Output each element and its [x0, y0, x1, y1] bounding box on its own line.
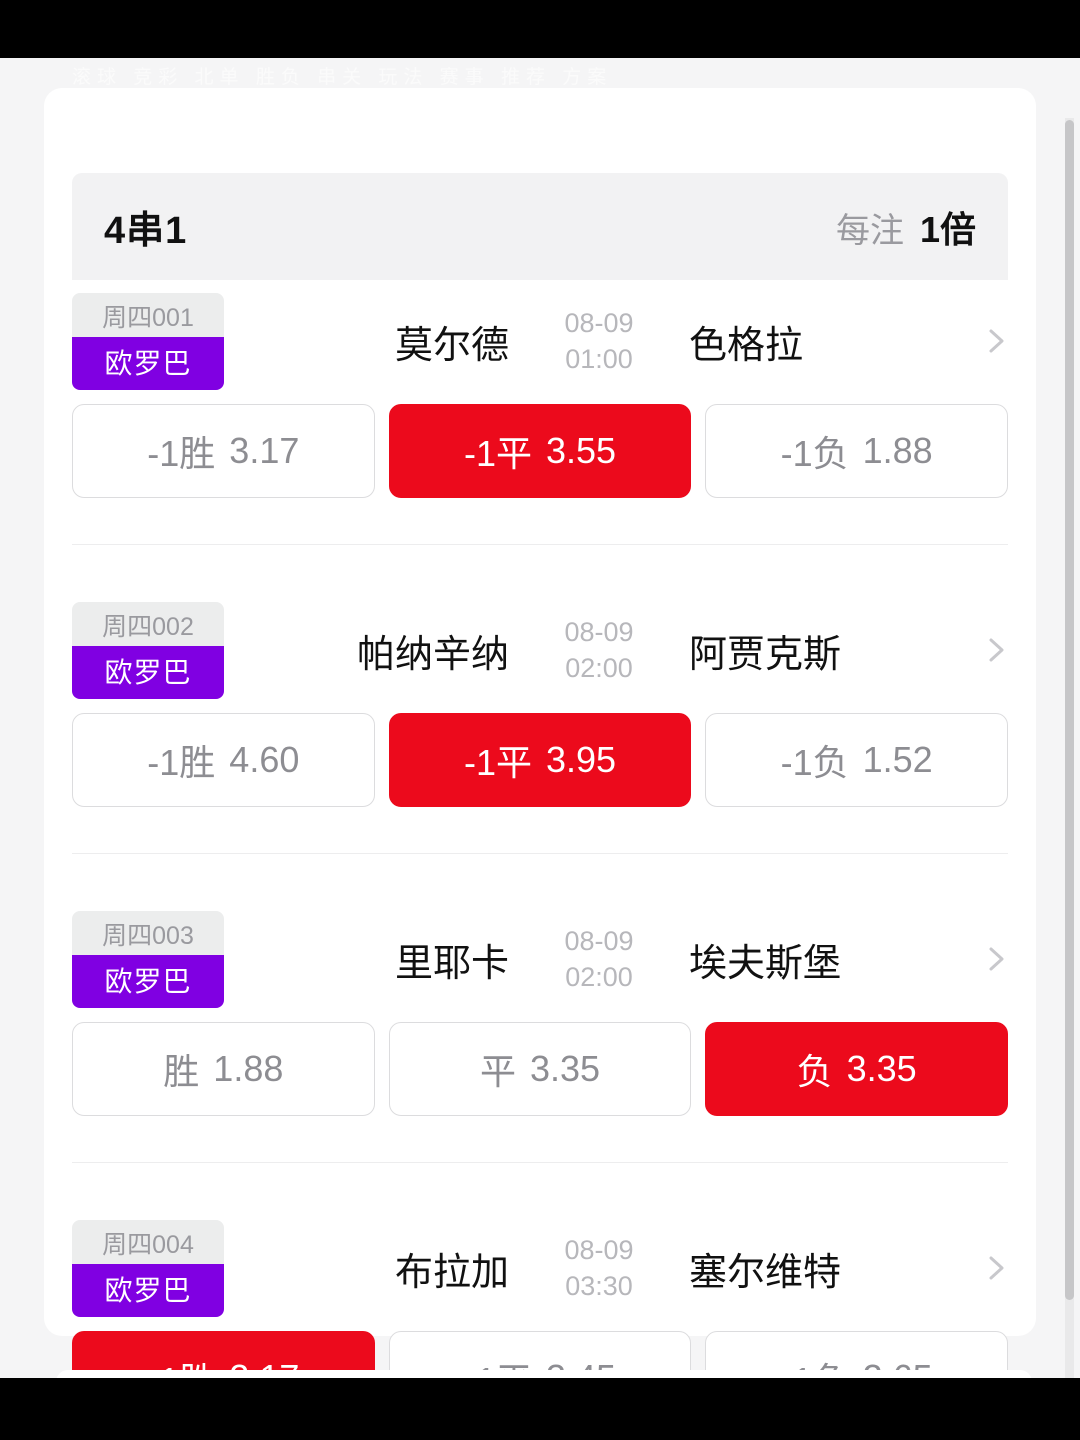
- teams-row: 帕纳辛纳 08-09 02:00 阿贾克斯: [224, 614, 1008, 687]
- home-team-name: 帕纳辛纳: [356, 633, 509, 676]
- multiplier-group[interactable]: 每注 1倍: [836, 201, 976, 253]
- screen-root: 滚球 竞彩 北单 胜负 串关 玩法 赛事 推荐 方案 4串1 每注 1倍 周四0…: [0, 0, 1080, 1440]
- home-team-name: 布拉加: [394, 1251, 509, 1294]
- match-number: 周四002: [72, 601, 224, 646]
- match-item-2: 周四002 欧罗巴 帕纳辛纳 08-09 02:00 阿贾克斯 -1胜 4.60-…: [44, 589, 1036, 854]
- bet-slip-card: 4串1 每注 1倍 周四001 欧罗巴 莫尔德 08-09 01:00 色格拉: [44, 88, 1036, 1378]
- chevron-right-icon[interactable]: [978, 1250, 1014, 1286]
- odd-handicap: -1平: [463, 742, 532, 783]
- match-header[interactable]: 周四004 欧罗巴 布拉加 08-09 03:30 塞尔维特: [44, 1207, 1036, 1329]
- kickoff-clock: 01:00: [565, 344, 633, 374]
- match-divider: [72, 853, 1008, 854]
- teams-row: 莫尔德 08-09 01:00 色格拉: [224, 305, 1008, 378]
- match-number: 周四001: [72, 292, 224, 337]
- odd-handicap: -1胜: [147, 742, 216, 783]
- kickoff-date: 08-09: [564, 616, 634, 647]
- odd-handicap: -1负: [780, 742, 849, 783]
- match-number: 周四003: [72, 910, 224, 955]
- scrollbar-thumb[interactable]: [1065, 120, 1074, 1300]
- teams-row: 里耶卡 08-09 02:00 埃夫斯堡: [224, 923, 1008, 996]
- odd-handicap: -1胜: [147, 433, 216, 474]
- odd-value: 3.17: [229, 430, 300, 471]
- odd-button-2-2[interactable]: -1平 3.95: [388, 713, 692, 807]
- odd-value: 4.60: [229, 739, 300, 780]
- odd-button-2-1[interactable]: -1胜 4.60: [72, 713, 375, 807]
- match-header[interactable]: 周四002 欧罗巴 帕纳辛纳 08-09 02:00 阿贾克斯: [44, 589, 1036, 711]
- league-name: 欧罗巴: [72, 1263, 224, 1317]
- odd-handicap: -1平: [463, 433, 532, 474]
- odd-button-2-3[interactable]: -1负 1.52: [705, 713, 1009, 807]
- kickoff-time: 08-09 01:00: [539, 305, 659, 378]
- odds-row: 胜 1.88 平 3.35 负 3.35: [44, 1022, 1036, 1116]
- chevron-right-icon[interactable]: [978, 323, 1014, 359]
- match-badge: 周四004 欧罗巴: [72, 1219, 224, 1317]
- teams-row: 布拉加 08-09 03:30 塞尔维特: [224, 1232, 1008, 1305]
- league-name: 欧罗巴: [72, 954, 224, 1008]
- kickoff-time: 08-09 02:00: [539, 614, 659, 687]
- match-list: 周四001 欧罗巴 莫尔德 08-09 01:00 色格拉 -1胜 3.17 -1平…: [44, 280, 1036, 1378]
- kickoff-date: 08-09: [564, 925, 634, 956]
- odd-value: 1.52: [862, 739, 933, 780]
- match-number: 周四004: [72, 1219, 224, 1264]
- odds-row: -1胜 3.17 -1平 3.55 -1负 1.88: [44, 404, 1036, 498]
- odd-button-3-2[interactable]: 平 3.35: [388, 1022, 692, 1116]
- kickoff-clock: 02:00: [565, 653, 633, 683]
- match-badge: 周四001 欧罗巴: [72, 292, 224, 390]
- odd-value: 3.35: [846, 1048, 917, 1089]
- kickoff-date: 08-09: [564, 307, 634, 338]
- odd-handicap: -1负: [780, 433, 849, 474]
- kickoff-date: 08-09: [564, 1234, 634, 1265]
- odds-row: -1胜 4.60 -1平 3.95 -1负 1.52: [44, 713, 1036, 807]
- kickoff-clock: 02:00: [565, 962, 633, 992]
- away-team-name: 阿贾克斯: [689, 633, 842, 676]
- match-badge: 周四002 欧罗巴: [72, 601, 224, 699]
- multiplier-label: 每注: [835, 211, 904, 250]
- odd-button-1-3[interactable]: -1负 1.88: [705, 404, 1009, 498]
- odd-handicap: 负: [796, 1051, 833, 1092]
- match-item-3: 周四003 欧罗巴 里耶卡 08-09 02:00 埃夫斯堡 胜 1.88 平 3.3…: [44, 898, 1036, 1163]
- home-team-name: 里耶卡: [394, 942, 509, 985]
- odd-button-1-2[interactable]: -1平 3.55: [388, 404, 692, 498]
- multiplier-value[interactable]: 1倍: [920, 201, 976, 253]
- clipped-top-text: 滚球 竞彩 北单 胜负 串关 玩法 赛事 推荐 方案: [72, 67, 613, 88]
- match-item-4: 周四004 欧罗巴 布拉加 08-09 03:30 塞尔维特 -1胜2.17-1…: [44, 1207, 1036, 1378]
- odd-value: 3.35: [529, 1048, 601, 1089]
- odd-value: 1.88: [862, 430, 933, 471]
- league-name: 欧罗巴: [72, 336, 224, 390]
- away-team-name: 埃夫斯堡: [689, 942, 842, 985]
- odd-value: 1.88: [213, 1048, 284, 1089]
- odd-value: 3.55: [545, 430, 617, 471]
- league-name: 欧罗巴: [72, 645, 224, 699]
- kickoff-clock: 03:30: [565, 1271, 633, 1301]
- away-team-name: 色格拉: [689, 324, 804, 367]
- match-badge: 周四003 欧罗巴: [72, 910, 224, 1008]
- kickoff-time: 08-09 03:30: [539, 1232, 659, 1305]
- next-card-edge: [56, 1370, 1032, 1378]
- home-team-name: 莫尔德: [394, 324, 509, 367]
- away-team-name: 塞尔维特: [689, 1251, 842, 1294]
- match-item-1: 周四001 欧罗巴 莫尔德 08-09 01:00 色格拉 -1胜 3.17 -1平…: [44, 280, 1036, 545]
- bet-slip-header[interactable]: 4串1 每注 1倍: [72, 173, 1008, 280]
- match-divider: [72, 1162, 1008, 1163]
- kickoff-time: 08-09 02:00: [539, 923, 659, 996]
- odd-value: 3.95: [545, 739, 617, 780]
- chevron-right-icon[interactable]: [978, 632, 1014, 668]
- odd-button-1-1[interactable]: -1胜 3.17: [72, 404, 375, 498]
- match-header[interactable]: 周四003 欧罗巴 里耶卡 08-09 02:00 埃夫斯堡: [44, 898, 1036, 1020]
- odd-button-3-3[interactable]: 负 3.35: [705, 1022, 1009, 1116]
- odd-button-3-1[interactable]: 胜 1.88: [72, 1022, 375, 1116]
- odd-handicap: 平: [479, 1051, 516, 1092]
- match-divider: [72, 544, 1008, 545]
- chevron-right-icon[interactable]: [978, 941, 1014, 977]
- match-header[interactable]: 周四001 欧罗巴 莫尔德 08-09 01:00 色格拉: [44, 280, 1036, 402]
- parlay-type-label: 4串1: [104, 210, 188, 252]
- page-viewport: 滚球 竞彩 北单 胜负 串关 玩法 赛事 推荐 方案 4串1 每注 1倍 周四0…: [0, 58, 1080, 1378]
- odd-handicap: 胜: [163, 1051, 200, 1092]
